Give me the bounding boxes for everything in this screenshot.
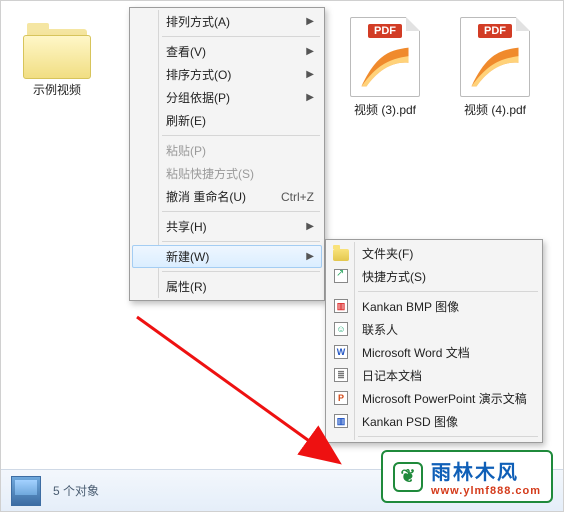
ppt-icon: P — [333, 390, 349, 406]
shortcut-icon — [333, 268, 349, 284]
contact-icon: ☺ — [333, 321, 349, 337]
menu-paste-shortcut: 粘贴快捷方式(S) — [132, 162, 322, 185]
watermark: ❦ 雨林木风 www.ylmf888.com — [381, 450, 553, 503]
menu-new[interactable]: 新建(W)▶ — [132, 245, 322, 268]
watermark-title: 雨林木风 — [431, 456, 541, 485]
file-pdf-1[interactable]: PDF 视频 (3).pdf — [335, 17, 435, 118]
submenu-ppt[interactable]: P Microsoft PowerPoint 演示文稿 — [328, 387, 540, 410]
context-submenu-new: 文件夹(F) 快捷方式(S) ▥ Kankan BMP 图像 ☺ 联系人 W M… — [325, 239, 543, 443]
watermark-logo-icon: ❦ — [393, 462, 423, 492]
word-icon: W — [333, 344, 349, 360]
status-text: 5 个对象 — [53, 482, 99, 499]
menu-properties[interactable]: 属性(R) — [132, 275, 322, 298]
bmp-icon: ▥ — [333, 298, 349, 314]
submenu-folder[interactable]: 文件夹(F) — [328, 242, 540, 265]
submenu-psd[interactable]: ▥ Kankan PSD 图像 — [328, 410, 540, 433]
menu-group[interactable]: 分组依据(P)▶ — [132, 86, 322, 109]
context-menu: 排列方式(A)▶ 查看(V)▶ 排序方式(O)▶ 分组依据(P)▶ 刷新(E) … — [129, 7, 325, 301]
submenu-shortcut[interactable]: 快捷方式(S) — [328, 265, 540, 288]
folder-icon — [333, 245, 349, 261]
watermark-url: www.ylmf888.com — [431, 485, 541, 497]
menu-view[interactable]: 查看(V)▶ — [132, 40, 322, 63]
file-label: 视频 (3).pdf — [335, 101, 435, 118]
submenu-bmp[interactable]: ▥ Kankan BMP 图像 — [328, 295, 540, 318]
pdf-icon: PDF — [350, 17, 420, 97]
file-label: 视频 (4).pdf — [445, 101, 545, 118]
folder-label: 示例视频 — [7, 81, 107, 98]
folder-item[interactable]: 示例视频 — [7, 21, 107, 98]
menu-sort[interactable]: 排序方式(O)▶ — [132, 63, 322, 86]
submenu-contact[interactable]: ☺ 联系人 — [328, 318, 540, 341]
journal-icon: ≣ — [333, 367, 349, 383]
submenu-journal[interactable]: ≣ 日记本文档 — [328, 364, 540, 387]
menu-paste: 粘贴(P) — [132, 139, 322, 162]
submenu-word[interactable]: W Microsoft Word 文档 — [328, 341, 540, 364]
status-thumbnail-icon — [11, 476, 41, 506]
menu-arrange[interactable]: 排列方式(A)▶ — [132, 10, 322, 33]
menu-share[interactable]: 共享(H)▶ — [132, 215, 322, 238]
pdf-icon: PDF — [460, 17, 530, 97]
menu-undo-rename[interactable]: 撤消 重命名(U)Ctrl+Z — [132, 185, 322, 208]
menu-refresh[interactable]: 刷新(E) — [132, 109, 322, 132]
folder-icon — [23, 21, 91, 77]
psd-icon: ▥ — [333, 413, 349, 429]
file-pdf-2[interactable]: PDF 视频 (4).pdf — [445, 17, 545, 118]
